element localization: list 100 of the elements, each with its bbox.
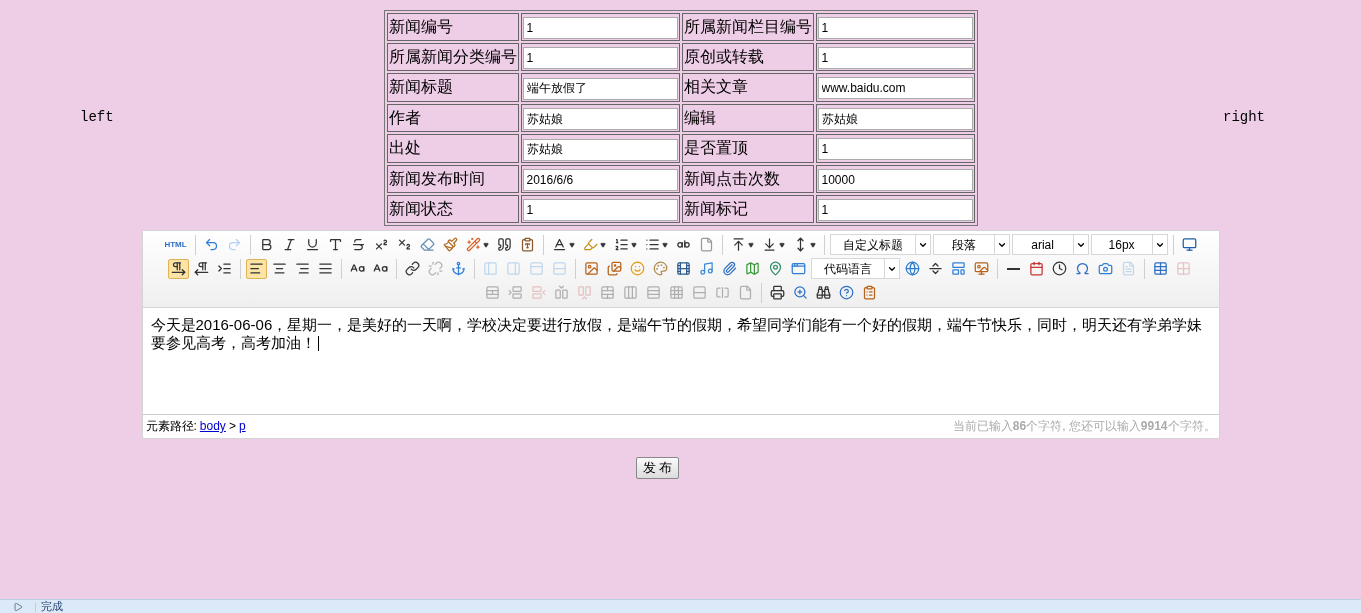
input-field[interactable]: 1 [522,47,678,69]
input-field[interactable]: 苏姑娘 [522,138,678,161]
caret-icon [568,241,575,248]
input-field[interactable]: 苏姑娘 [522,108,678,130]
caret-icon [809,241,816,248]
caret-icon [661,241,668,248]
undo-icon [203,237,219,252]
font-border-icon [327,237,343,252]
path-separator: > [228,418,236,435]
path-label: 元素路径: [145,418,197,435]
dropdown[interactable]: arial [1011,234,1089,255]
play-icon [12,601,23,612]
image-center-icon [528,261,544,276]
path-link[interactable]: p [238,417,246,435]
indent-icon [216,261,232,276]
omega-icon [1074,261,1090,276]
align-justify-icon [317,261,333,276]
template-icon [950,261,966,276]
editor-content[interactable]: 今天是2016-06-06，星期一，是美好的一天啊，学校决定要进行放假，是端午节的假期，希望同学们能有一个好的假期，端午节快乐，同时，明天还有学弟学妹要参见高考，高考加油！ [150,315,1211,352]
align-center-icon [271,261,287,276]
paperclip-icon [721,261,737,276]
film-icon [675,261,691,276]
italic-icon [281,237,297,252]
printer-icon [769,285,785,300]
calendar-icon [1028,261,1044,276]
field-label: 新闻点击次数 [681,164,814,193]
path-link[interactable]: body [199,417,226,435]
dropdown[interactable]: 自定义标题 [829,234,931,255]
right-label: right [1223,108,1266,128]
toolbar-button[interactable] [167,258,189,279]
left-label: left [79,108,114,128]
field-label: 相关文章 [681,73,814,102]
field-label: 出处 [386,134,519,163]
input-field[interactable]: 1 [522,17,678,39]
right-to-left-icon [193,261,209,276]
map-icon [744,261,760,276]
page-break-icon [927,261,943,276]
quote-icon [496,237,512,252]
input-field[interactable]: 端午放假了 [522,77,678,100]
input-field[interactable]: 1 [817,47,973,69]
field-label: 新闻发布时间 [386,164,519,193]
field-label: 编辑 [681,103,814,132]
toolbar-button[interactable] [245,258,267,279]
preview-icon [792,285,808,300]
delete-table-icon [1175,261,1191,276]
input-field[interactable]: 苏姑娘 [817,108,973,130]
underline-icon [304,237,320,252]
subscript-icon [396,237,412,252]
help-icon [838,285,854,300]
paintbrush-icon [442,237,458,252]
input-field[interactable]: 1 [817,17,973,39]
publish-button[interactable]: 发 布 [635,456,680,479]
dropdown[interactable]: 代码语言 [810,258,900,279]
left-to-right-icon [170,261,186,276]
field-label: 所属新闻分类编号 [386,43,519,71]
link-icon [404,261,420,276]
magic-wand-icon [465,237,481,252]
input-field[interactable]: 1 [817,198,973,221]
caret-icon [630,241,637,248]
field-label: 作者 [386,103,519,132]
font-color-icon [551,237,567,252]
clipboard-icon [861,285,877,300]
caret-icon [482,241,489,248]
input-field[interactable]: 1 [817,138,973,161]
insert-column-icon [553,285,569,300]
field-label: 原创或转载 [681,43,814,71]
input-field[interactable]: 10000 [817,168,973,191]
screenshot-icon [1097,261,1113,276]
dropdown[interactable]: 段落 [932,234,1010,255]
caret-icon [778,241,785,248]
align-left-icon [248,261,264,276]
ordered-list-icon [613,237,629,252]
eraser-icon [419,237,435,252]
delete-row-icon [530,285,546,300]
html-button[interactable]: HTML [161,234,190,255]
caret-icon [747,241,754,248]
input-field[interactable]: www.baidu.com [817,77,973,100]
emoji-icon [629,261,645,276]
insert-row-icon [507,285,523,300]
field-label: 新闻标记 [681,194,814,223]
page-icon [698,237,714,252]
field-label: 新闻状态 [386,194,519,223]
music-icon [698,261,714,276]
frame-icon [790,261,806,276]
input-field[interactable]: 1 [522,198,678,221]
table-icon [1152,261,1168,276]
field-label: 所属新闻栏目编号 [681,13,814,41]
binoculars-icon [815,285,831,300]
dropdown[interactable]: 16px [1090,234,1168,255]
input-field[interactable]: 2016/6/6 [522,168,678,191]
align-right-icon [294,261,310,276]
background-icon [973,261,989,276]
map-pin-icon [767,261,783,276]
field-label: 是否置顶 [681,134,814,163]
clock-icon [1051,261,1067,276]
anchor-icon [450,261,466,276]
monitor-icon [1181,237,1197,252]
delete-column-icon [576,285,592,300]
globe-icon [904,261,920,276]
bullet-list-icon [644,237,660,252]
